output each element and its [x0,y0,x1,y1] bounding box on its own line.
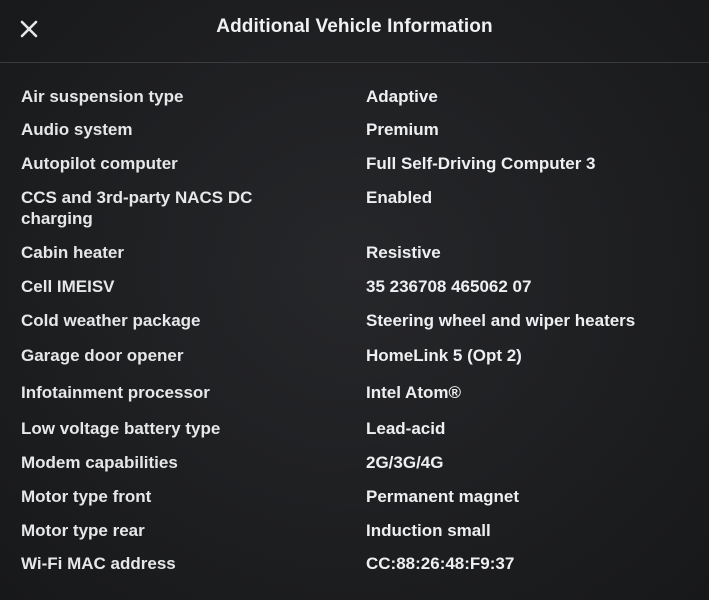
info-label: Modem capabilities [21,453,178,472]
info-value: Premium [366,120,439,139]
info-label: CCS and 3rd-party NACS DC charging [21,188,253,228]
info-value: Intel Atom® [366,383,462,402]
info-value: 35 236708 465062 07 [366,277,532,296]
page-title: Additional Vehicle Information [216,16,493,37]
info-value: Permanent magnet [366,487,520,506]
info-label: Cabin heater [21,243,124,262]
dialog-header: Additional Vehicle Information [0,0,709,60]
info-value: Lead-acid [366,419,446,438]
info-label: Autopilot computer [21,154,178,173]
info-value: Full Self-Driving Computer 3 [366,154,596,173]
info-label: Motor type rear [21,521,145,540]
info-value: CC:88:26:48:F9:37 [366,554,515,573]
info-label: Motor type front [21,487,152,506]
info-label: Cell IMEISV [21,277,115,296]
info-label: Low voltage battery type [21,419,221,438]
info-label: Garage door opener [21,346,184,365]
info-value: 2G/3G/4G [366,453,444,472]
info-label: Wi-Fi MAC address [21,554,176,573]
info-label: Audio system [21,120,133,139]
info-value: Enabled [366,188,433,207]
info-label: Air suspension type [21,87,184,106]
info-value: Resistive [366,243,441,262]
header-divider [0,62,709,63]
info-value: Induction small [366,521,491,540]
info-value: HomeLink 5 (Opt 2) [366,346,522,365]
info-label: Infotainment processor [21,383,210,402]
info-label: Cold weather package [21,311,201,330]
info-value: Adaptive [366,87,438,106]
info-value: Steering wheel and wiper heaters [366,311,636,330]
